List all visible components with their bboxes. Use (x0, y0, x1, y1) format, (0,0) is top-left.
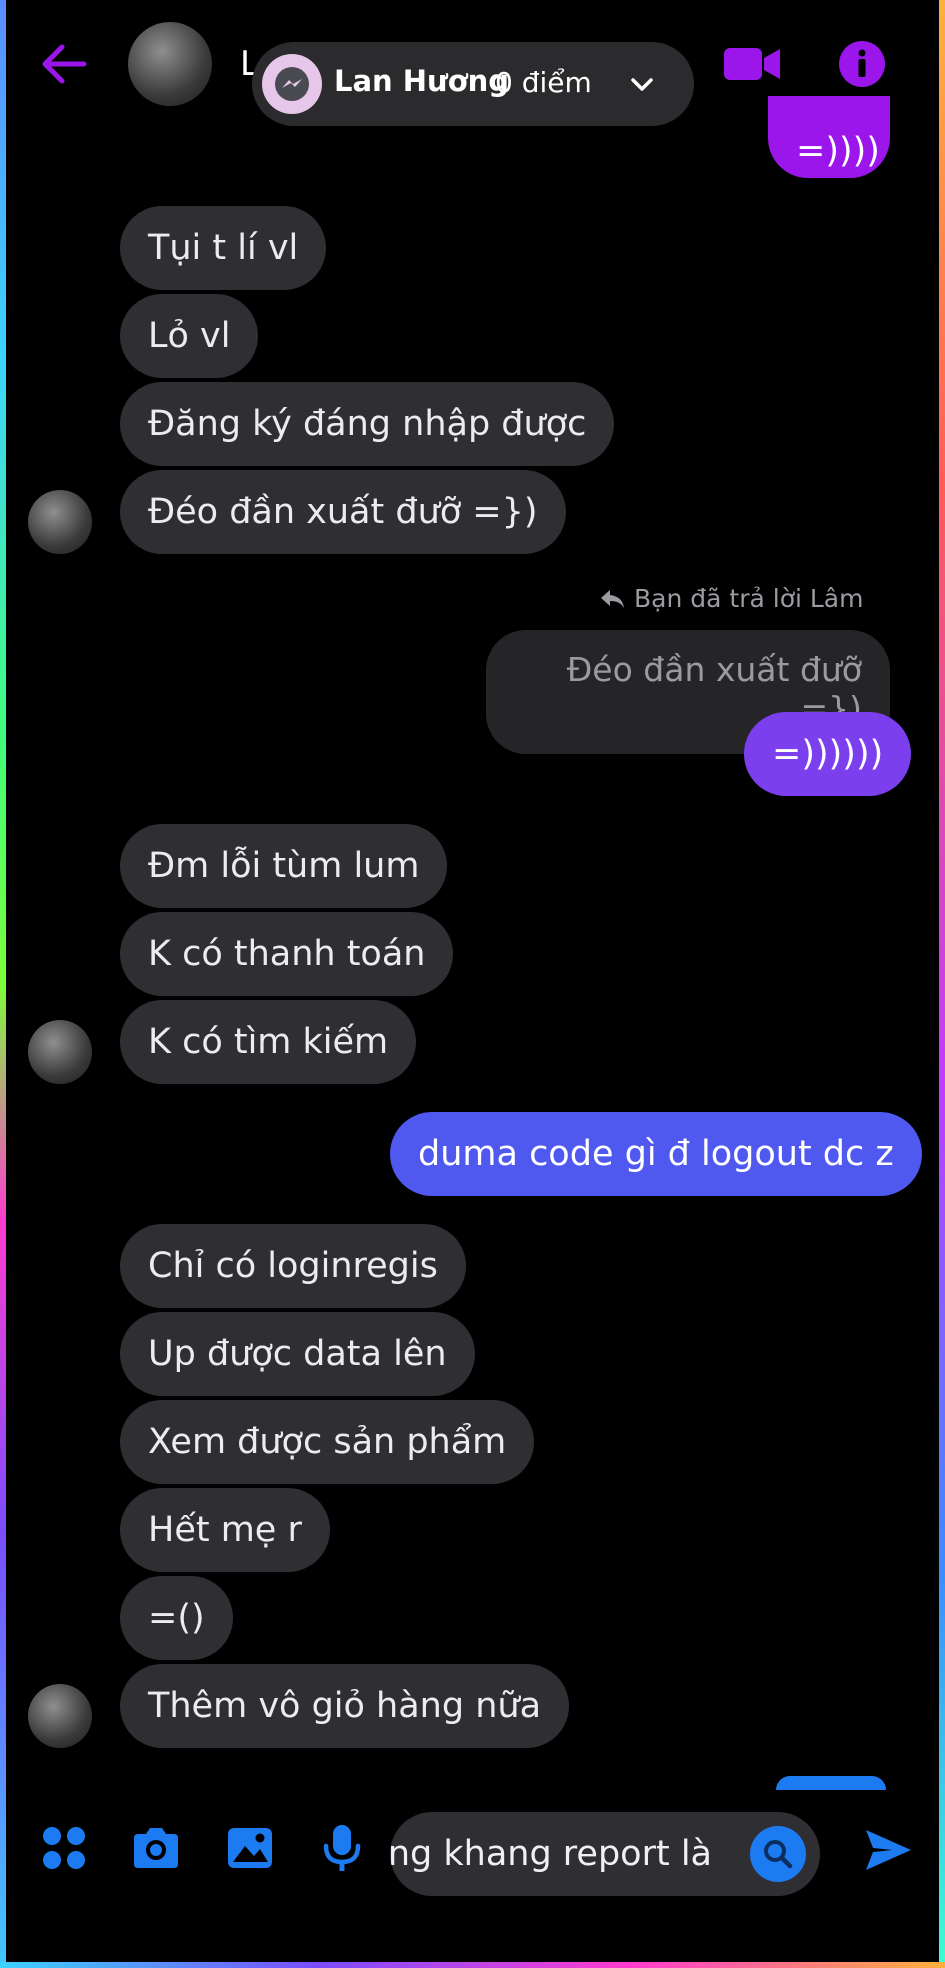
chevron-down-icon[interactable] (626, 68, 658, 100)
sender-avatar[interactable] (28, 1020, 92, 1084)
sender-avatar[interactable] (28, 1684, 92, 1748)
border-left (0, 0, 6, 1968)
message-received[interactable]: K có tìm kiếm (120, 1000, 417, 1084)
message-received[interactable]: K có thanh toán (120, 912, 454, 996)
message-sent[interactable]: =)))) (768, 96, 890, 178)
back-icon[interactable] (36, 36, 92, 92)
message-received[interactable]: Lỏ vl (120, 294, 259, 378)
border-right (939, 0, 945, 1968)
contact-avatar[interactable] (128, 22, 212, 106)
info-icon[interactable] (838, 40, 886, 88)
gallery-icon[interactable] (224, 1822, 276, 1874)
camera-icon[interactable] (130, 1822, 182, 1874)
messenger-icon (262, 54, 322, 114)
reply-icon (601, 589, 624, 608)
apps-icon[interactable] (38, 1822, 90, 1874)
message-received[interactable]: Xem được sản phẩm (120, 1400, 535, 1484)
message-input-text: ng khang report là (390, 1834, 712, 1874)
message-received[interactable]: Đm lỗi tùm lum (120, 824, 448, 908)
pill-score: 0 điểm (495, 66, 592, 99)
chat-head-pill[interactable]: Lan Hương 0 điểm (252, 42, 694, 126)
message-received[interactable]: Up được data lên (120, 1312, 475, 1396)
message-input[interactable]: ng khang report là (390, 1812, 820, 1896)
message-received[interactable]: Hết mẹ r (120, 1488, 330, 1572)
message-received[interactable]: Tụi t lí vl (120, 206, 327, 290)
message-sent[interactable]: duma code gì đ logout dc z (390, 1112, 922, 1196)
message-sent[interactable]: =)))))) (744, 712, 912, 796)
pill-contact-name: Lan Hương (334, 64, 510, 98)
search-icon (764, 1840, 793, 1869)
border-bottom (0, 1962, 945, 1968)
message-received[interactable]: Đăng ký đáng nhập được (120, 382, 615, 466)
send-icon[interactable] (862, 1824, 914, 1876)
message-received[interactable]: Đéo đần xuất đưỡ =}) (120, 470, 566, 554)
message-received[interactable]: Chỉ có loginregis (120, 1224, 466, 1308)
reply-note-text: Bạn đã trả lời Lâm (634, 584, 864, 613)
video-call-icon[interactable] (722, 44, 782, 84)
sender-avatar[interactable] (28, 490, 92, 554)
search-button[interactable] (750, 1826, 806, 1882)
message-received[interactable]: Thêm vô giỏ hàng nữa (120, 1664, 570, 1748)
mic-icon[interactable] (316, 1822, 368, 1874)
message-sent-partial (776, 1776, 886, 1790)
reply-note: Bạn đã trả lời Lâm (598, 584, 863, 613)
composer-bar: ng khang report là (0, 1800, 945, 1910)
message-received[interactable]: =() (120, 1576, 233, 1660)
